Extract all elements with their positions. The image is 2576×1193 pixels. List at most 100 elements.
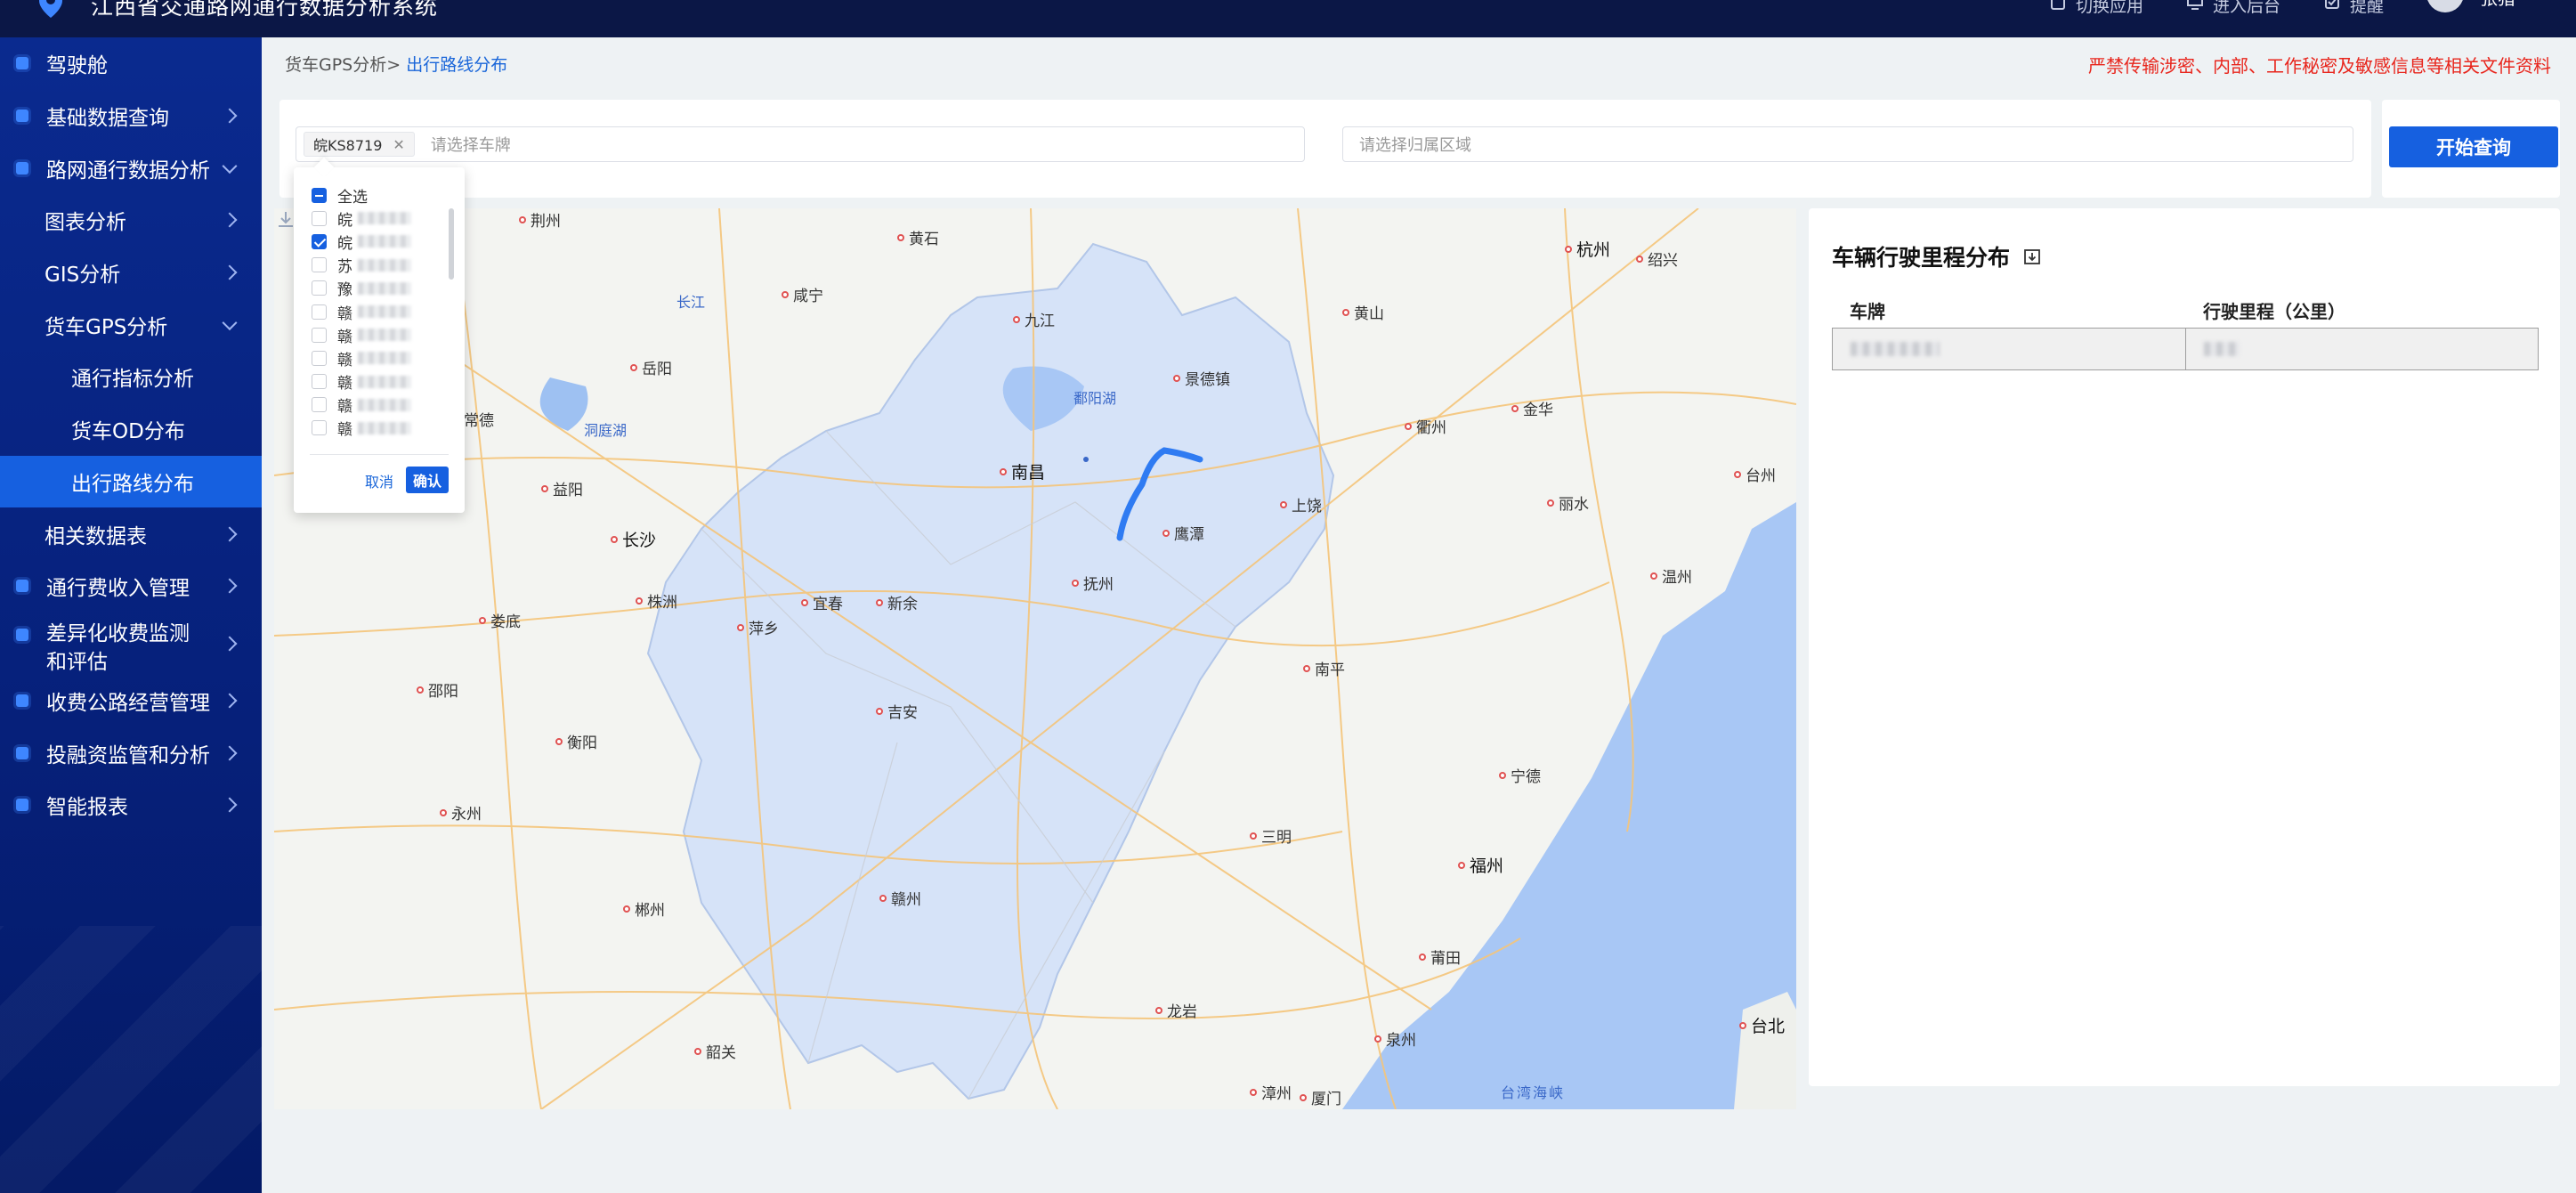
city-label: 绍兴: [1636, 248, 1678, 270]
masked-text: [358, 398, 411, 411]
city-label: 宜春: [801, 591, 843, 613]
menu-cube-icon: [16, 746, 28, 759]
option-label: 皖: [337, 211, 352, 230]
sidebar-item-chart-analysis[interactable]: 图表分析: [0, 194, 262, 247]
top-header: 江西省交通路网通行数据分析系统 切换应用 进入后台 提醒 张猎: [0, 0, 2576, 37]
start-query-button[interactable]: 开始查询: [2389, 126, 2558, 167]
mileage-cell: [2185, 329, 2538, 369]
region-select[interactable]: 请选择归属区域: [1342, 126, 2353, 162]
plate-option[interactable]: 赣: [312, 394, 445, 417]
breadcrumb-current: 出行路线分布: [406, 55, 508, 75]
option-checkbox[interactable]: [312, 397, 327, 413]
selected-plate-text: 皖KS8719: [313, 137, 383, 154]
sidebar-item-traffic-index[interactable]: 通行指标分析: [0, 351, 262, 403]
city-label: 黄山: [1342, 301, 1384, 323]
city-label: 衡阳: [555, 730, 597, 752]
city-label: 鹰潭: [1162, 522, 1204, 544]
option-checkbox[interactable]: [312, 280, 327, 296]
plate-option[interactable]: 皖: [312, 207, 445, 230]
masked-text: [358, 305, 411, 319]
sidebar-item-gis-analysis[interactable]: GIS分析: [0, 247, 262, 299]
plate-option[interactable]: 赣: [312, 346, 445, 369]
option-label: 豫: [337, 281, 352, 300]
bell-icon: [2324, 0, 2339, 9]
sidebar-item-road-network-analysis[interactable]: 路网通行数据分析: [0, 142, 262, 194]
sidebar-item-basic-data-query[interactable]: 基础数据查询: [0, 90, 262, 142]
plate-option[interactable]: 赣: [312, 417, 445, 440]
city-label: 咸宁: [782, 283, 823, 305]
lake-label: 鄱阳湖: [1073, 390, 1117, 407]
breadcrumb: 货车GPS分析> 出行路线分布: [285, 52, 507, 76]
sidebar-item-investment[interactable]: 投融资监管和分析: [0, 726, 262, 779]
sidebar-item-toll-income[interactable]: 通行费收入管理: [0, 560, 262, 613]
sidebar-item-truck-gps-analysis[interactable]: 货车GPS分析: [0, 298, 262, 351]
option-checkbox[interactable]: [312, 374, 327, 390]
city-label: 台北: [1739, 1013, 1785, 1037]
confirm-button[interactable]: 确认: [406, 467, 449, 493]
city-label: 龙岩: [1155, 999, 1197, 1021]
city-label: 岳阳: [630, 356, 672, 378]
menu-cube-icon: [16, 694, 28, 707]
option-label: 赣: [337, 304, 352, 323]
sidebar-item-label: 收费公路经营管理: [46, 691, 210, 715]
sidebar-item-label: 通行指标分析: [71, 368, 194, 392]
option-checkbox[interactable]: [312, 257, 327, 273]
switch-app-label: 切换应用: [2075, 0, 2143, 16]
option-label: 赣: [337, 328, 352, 346]
option-checkbox[interactable]: [312, 210, 327, 226]
option-checkbox[interactable]: [312, 233, 327, 249]
option-label: 苏: [337, 258, 352, 277]
close-icon[interactable]: ✕: [393, 136, 404, 153]
switch-app-button[interactable]: 切换应用: [2049, 0, 2143, 17]
sidebar-item-differential-toll[interactable]: 差异化收费监测和评估: [0, 613, 262, 675]
plate-select[interactable]: 皖KS8719 ✕ 请选择车牌: [296, 126, 1305, 162]
user-menu[interactable]: 张猎: [2426, 0, 2540, 12]
export-icon[interactable]: [2022, 247, 2042, 266]
option-label: 赣: [337, 375, 352, 394]
divider: [310, 454, 449, 455]
option-checkbox[interactable]: [312, 327, 327, 343]
chevron-down-icon: [222, 158, 238, 174]
masked-text: [2204, 342, 2240, 356]
option-label: 赣: [337, 398, 352, 417]
security-warning: 严禁传输涉密、内部、工作秘密及敏感信息等相关文件资料: [2088, 55, 2551, 77]
chevron-right-icon: [222, 693, 238, 709]
breadcrumb-parent[interactable]: 货车GPS分析>: [285, 55, 401, 75]
filter-card: 皖KS8719 ✕ 请选择车牌 请选择归属区域: [279, 100, 2371, 198]
reminder-button[interactable]: 提醒: [2323, 0, 2384, 17]
option-checkbox[interactable]: [312, 420, 327, 436]
sidebar-item-toll-road-operation[interactable]: 收费公路经营管理: [0, 675, 262, 727]
select-all-option[interactable]: 全选: [312, 183, 445, 207]
sidebar-item-truck-od[interactable]: 货车OD分布: [0, 403, 262, 456]
enter-backend-button[interactable]: 进入后台: [2186, 0, 2280, 17]
dropdown-scrollbar[interactable]: [449, 208, 454, 280]
route-map[interactable]: 荆州 黄石 杭州 绍兴 九江 咸宁 黄山 岳阳 景德镇 鄱阳湖 长江 常德 洞庭…: [274, 208, 1796, 1109]
plate-option[interactable]: 赣: [312, 300, 445, 323]
chevron-right-icon: [222, 636, 238, 652]
table-row[interactable]: [1832, 328, 2539, 370]
city-label: 杭州: [1565, 237, 1610, 261]
city-label: 宁德: [1499, 764, 1541, 786]
sidebar-item-label: 路网通行数据分析: [46, 158, 210, 183]
city-label: 福州: [1458, 853, 1503, 877]
select-all-checkbox[interactable]: [312, 187, 327, 203]
avatar: [2426, 0, 2464, 12]
plate-option[interactable]: 苏: [312, 254, 445, 277]
plate-option[interactable]: 皖: [312, 230, 445, 253]
option-label: 赣: [337, 351, 352, 369]
plate-option[interactable]: 赣: [312, 370, 445, 394]
sidebar-item-cockpit[interactable]: 驾驶舱: [0, 37, 262, 90]
cancel-button[interactable]: 取消: [365, 470, 393, 491]
app-title: 江西省交通路网通行数据分析系统: [91, 0, 439, 20]
sidebar-item-trip-route[interactable]: 出行路线分布: [0, 455, 262, 508]
plate-option[interactable]: 赣: [312, 323, 445, 346]
option-checkbox[interactable]: [312, 350, 327, 366]
sidebar-item-label: 基础数据查询: [46, 107, 169, 131]
city-label: 邵阳: [417, 678, 458, 701]
sidebar-item-smart-report[interactable]: 智能报表: [0, 779, 262, 832]
plate-option[interactable]: 豫: [312, 277, 445, 300]
chevron-right-icon: [222, 745, 238, 761]
sidebar-item-label: 货车GPS分析: [45, 315, 168, 339]
option-checkbox[interactable]: [312, 304, 327, 320]
sidebar-item-related-tables[interactable]: 相关数据表: [0, 507, 262, 560]
